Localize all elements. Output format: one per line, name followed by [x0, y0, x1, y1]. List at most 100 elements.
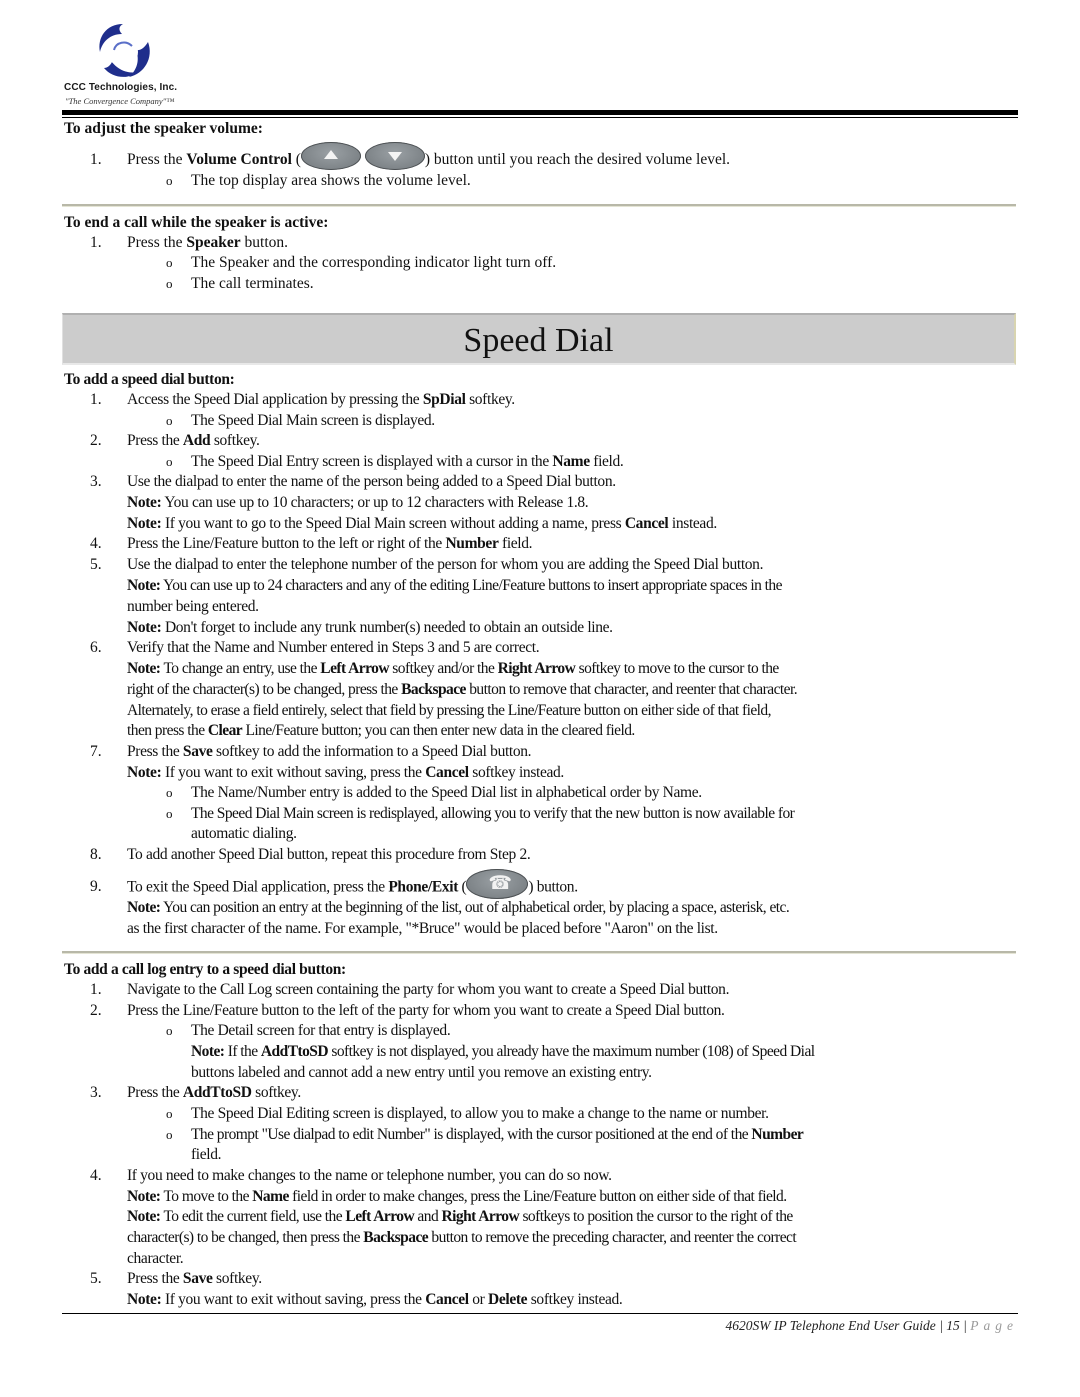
- step-number: 1.: [90, 391, 102, 408]
- note-label: Note:: [127, 1291, 162, 1308]
- bullet: o: [166, 276, 173, 291]
- text: If the: [227, 1043, 261, 1060]
- bullet: o: [166, 785, 173, 800]
- add-step-7-sub-2: The Speed Dial Main screen is redisplaye…: [191, 805, 795, 822]
- add-step-6-note-l4: then press the Clear Line/Feature button…: [127, 721, 635, 741]
- text: Access the Speed Dial application by pre…: [127, 391, 423, 408]
- bold-term: Save: [182, 1270, 213, 1287]
- arrow-down-glyph: [387, 152, 402, 162]
- header-rule-thin: [62, 117, 1018, 118]
- text: ) button.: [528, 878, 578, 896]
- bullet: o: [166, 806, 173, 821]
- bold-term: Name: [552, 453, 590, 470]
- bold-term: Speaker: [186, 234, 241, 251]
- add-step-2: Press the Add softkey.: [127, 431, 260, 451]
- step-number: 2.: [90, 432, 102, 449]
- text: You can use up to 24 characters and any …: [163, 577, 782, 594]
- section-banner: Speed Dial: [62, 313, 1016, 365]
- add-step-6-note-l2: right of the character(s) to be changed,…: [127, 680, 798, 700]
- volume-down-icon: [364, 142, 425, 171]
- add-step-3: Use the dialpad to enter the name of the…: [127, 473, 616, 490]
- volume-up-icon: [300, 142, 361, 171]
- bold-term: SpDial: [422, 391, 466, 408]
- add-step-6-note-l1: Note: To change an entry, use the Left A…: [127, 659, 779, 679]
- add-step-7: Press the Save softkey to add the inform…: [127, 742, 532, 762]
- step-number: 5.: [90, 556, 102, 573]
- step-number: 9.: [90, 878, 102, 895]
- text: softkeys to position the cursor to the r…: [519, 1208, 793, 1225]
- call-log-step-3-sub-2: The prompt "Use dialpad to edit Number" …: [191, 1125, 804, 1145]
- text: Press the: [127, 151, 187, 168]
- text: button.: [240, 234, 289, 251]
- add-step-5: Use the dialpad to enter the telephone n…: [127, 556, 764, 573]
- footer-guide-title: 4620SW IP Telephone End User Guide: [725, 1318, 936, 1333]
- add-step-9: To exit the Speed Dial application, pres…: [127, 869, 578, 899]
- bold-term: Name: [252, 1188, 289, 1205]
- bold-term: AddTtoSD: [182, 1084, 252, 1101]
- telephone-glyph: ☎: [488, 872, 512, 894]
- bullet: o: [166, 1023, 173, 1038]
- text: You can position an entry at the beginni…: [163, 899, 790, 916]
- bold-term: Volume Control: [186, 151, 292, 168]
- bold-term: Add: [182, 432, 211, 449]
- text: To edit the current field, use the: [163, 1208, 346, 1225]
- bullet: o: [166, 1106, 173, 1121]
- add-step-9-note-l1: Note: You can position an entry at the b…: [127, 898, 790, 918]
- bold-term: Left Arrow: [345, 1208, 415, 1225]
- section-heading-end-call: To end a call while the speaker is activ…: [64, 214, 329, 231]
- call-log-step-3-sub-1: The Speed Dial Editing screen is display…: [191, 1105, 769, 1122]
- step-number: 2.: [90, 1002, 102, 1019]
- note-label: Note:: [127, 577, 161, 594]
- call-log-step-4-note-1: Note: To move to the Name field in order…: [127, 1187, 787, 1207]
- add-step-3-note-2: Note: If you want to go to the Speed Dia…: [127, 514, 717, 534]
- bold-term: Left Arrow: [320, 660, 389, 677]
- step-number: 1.: [90, 981, 102, 998]
- add-step-5-note-2: Note: Don't forget to include any trunk …: [127, 618, 613, 638]
- text: then press the: [127, 722, 208, 739]
- bold-term: Cancel: [425, 1291, 469, 1308]
- step-number: 3.: [90, 1084, 102, 1101]
- call-log-step-3: Press the AddTtoSD softkey.: [127, 1083, 301, 1103]
- call-log-step-4: If you need to make changes to the name …: [127, 1167, 612, 1184]
- step-number: 3.: [90, 473, 102, 490]
- section-heading-add-speed-dial: To add a speed dial button:: [64, 371, 235, 388]
- step-number: 1.: [90, 234, 102, 251]
- step-number: 6.: [90, 639, 102, 656]
- bold-term: Right Arrow: [441, 1208, 520, 1225]
- end-call-sub-2: The call terminates.: [191, 275, 314, 292]
- step-number: 4.: [90, 1167, 102, 1184]
- logo-tagline: "The Convergence Company"™: [65, 96, 175, 106]
- text: Press the Line/Feature button to the lef…: [127, 535, 446, 552]
- bullet: o: [166, 454, 173, 469]
- call-log-step-2-note-l1: Note: If the AddTtoSD softkey is not dis…: [191, 1042, 815, 1062]
- note-label: Note:: [127, 494, 162, 511]
- text: softkey.: [251, 1084, 301, 1101]
- note-label: Note:: [127, 899, 161, 916]
- bullet: o: [166, 255, 173, 270]
- text: If you want to exit without saving, pres…: [164, 764, 426, 781]
- text: field.: [589, 453, 624, 470]
- text: button to remove that character, and ree…: [465, 681, 798, 698]
- text: Press the: [127, 1084, 183, 1101]
- bold-term: Save: [182, 743, 213, 760]
- call-log-step-4-note-2-l2: character(s) to be changed, then press t…: [127, 1228, 797, 1248]
- bullet: o: [166, 1127, 173, 1142]
- header-rule: [62, 110, 1018, 115]
- bold-term: Delete: [488, 1291, 528, 1308]
- step-number: 8.: [90, 846, 102, 863]
- text: softkey and/or the: [388, 660, 498, 677]
- add-step-1: Access the Speed Dial application by pre…: [127, 390, 515, 410]
- bold-term: Cancel: [624, 515, 669, 532]
- call-log-step-2-note-l2: buttons labeled and cannot add a new ent…: [191, 1064, 652, 1081]
- add-step-7-note: Note: If you want to exit without saving…: [127, 763, 564, 783]
- call-log-step-5: Press the Save softkey.: [127, 1269, 262, 1289]
- call-log-step-4-note-2-l1: Note: To edit the current field, use the…: [127, 1207, 793, 1227]
- footer-rule: [62, 1313, 1018, 1314]
- add-step-8: To add another Speed Dial button, repeat…: [127, 846, 531, 863]
- add-step-9-note-l2: as the first character of the name. For …: [127, 920, 718, 937]
- swirl-logo-icon: [99, 24, 150, 77]
- text: softkey.: [465, 391, 515, 408]
- text: or: [468, 1291, 489, 1308]
- note-label: Note:: [127, 619, 162, 636]
- footer-page-number: 15: [946, 1318, 960, 1333]
